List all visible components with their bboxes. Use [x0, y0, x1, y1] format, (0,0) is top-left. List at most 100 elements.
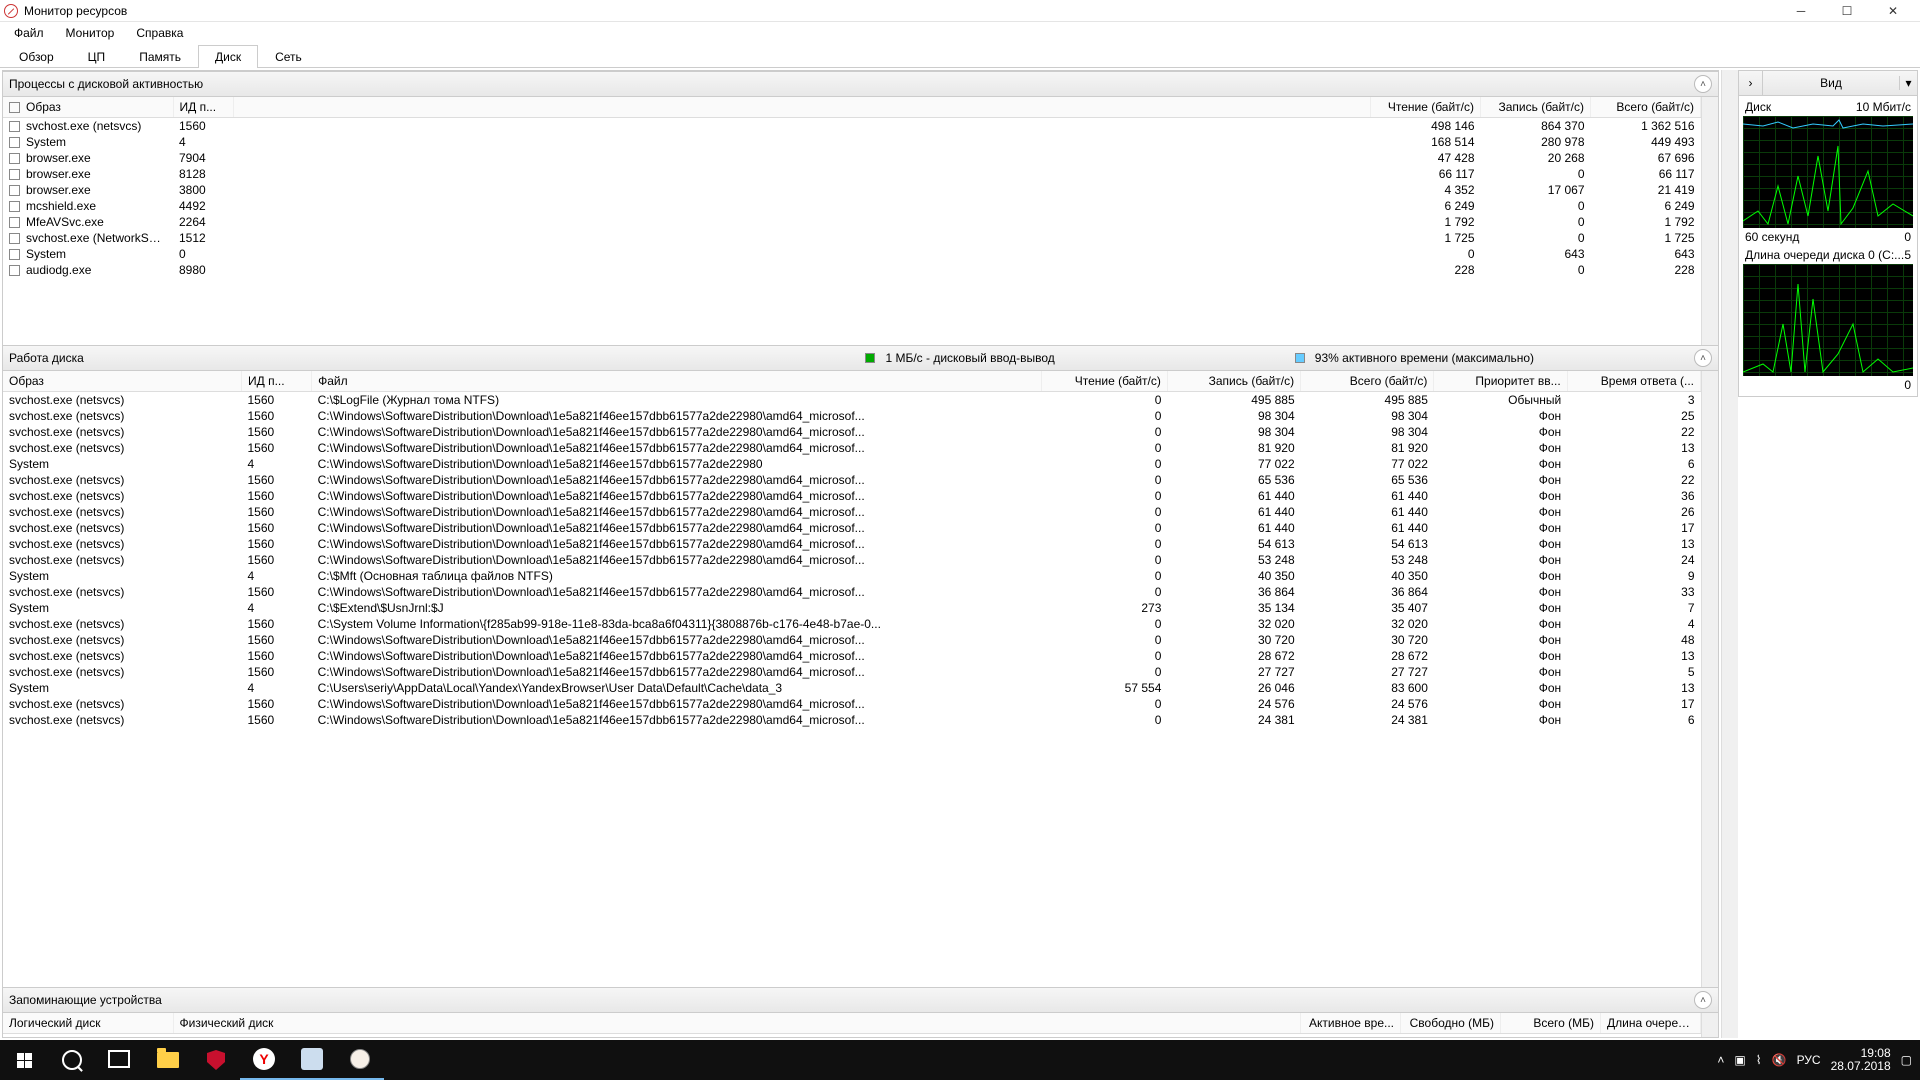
- row-checkbox[interactable]: [9, 201, 20, 212]
- section-activity-header[interactable]: Работа диска 1 МБ/с - дисковый ввод-выво…: [3, 345, 1718, 371]
- tab-cpu[interactable]: ЦП: [71, 45, 123, 68]
- minimize-button[interactable]: ─: [1778, 0, 1824, 22]
- menu-monitor[interactable]: Монитор: [56, 24, 125, 42]
- col-queue[interactable]: Длина очеред...: [1601, 1013, 1701, 1034]
- row-checkbox[interactable]: [9, 185, 20, 196]
- table-row[interactable]: browser.exe812866 117066 117: [3, 166, 1701, 182]
- table-row[interactable]: svchost.exe (netsvcs)1560C:\Windows\Soft…: [3, 504, 1701, 520]
- table-row[interactable]: mcshield.exe44926 24906 249: [3, 198, 1701, 214]
- collapse-processes-button[interactable]: ˄: [1694, 75, 1712, 93]
- table-row[interactable]: svchost.exe (netsvcs)1560C:\Windows\Soft…: [3, 552, 1701, 568]
- table-header-row[interactable]: Логический диск Физический диск Активное…: [3, 1013, 1701, 1034]
- table-row[interactable]: svchost.exe (netsvcs)1560498 146864 3701…: [3, 118, 1701, 135]
- volume-icon[interactable]: 🔇: [1772, 1053, 1787, 1067]
- row-checkbox[interactable]: [9, 169, 20, 180]
- col-image[interactable]: Образ: [3, 371, 241, 392]
- language-indicator[interactable]: РУС: [1797, 1053, 1821, 1067]
- activity-table[interactable]: Образ ИД п... Файл Чтение (байт/с) Запис…: [3, 371, 1701, 987]
- view-label[interactable]: Вид: [1763, 76, 1899, 90]
- row-checkbox[interactable]: [9, 121, 20, 132]
- tray-chevron-icon[interactable]: ˄: [1717, 1053, 1724, 1067]
- taskbar-yandex[interactable]: Y: [240, 1040, 288, 1080]
- wifi-icon[interactable]: ⌇: [1756, 1053, 1762, 1067]
- table-row[interactable]: svchost.exe (netsvcs)1560C:\Windows\Soft…: [3, 488, 1701, 504]
- tab-disk[interactable]: Диск: [198, 45, 258, 68]
- taskbar-resmon[interactable]: [336, 1040, 384, 1080]
- processes-scrollbar[interactable]: [1701, 97, 1718, 345]
- col-pid[interactable]: ИД п...: [241, 371, 311, 392]
- row-checkbox[interactable]: [9, 153, 20, 164]
- clock[interactable]: 19:08 28.07.2018: [1831, 1047, 1891, 1073]
- table-row[interactable]: svchost.exe (netsvcs)1560C:\Windows\Soft…: [3, 664, 1701, 680]
- battery-icon[interactable]: ▣: [1734, 1053, 1745, 1067]
- col-read[interactable]: Чтение (байт/с): [1371, 97, 1481, 118]
- table-row[interactable]: svchost.exe (netsvcs)1560C:\Windows\Soft…: [3, 648, 1701, 664]
- storage-table[interactable]: Логический диск Физический диск Активное…: [3, 1013, 1701, 1037]
- start-button[interactable]: [0, 1040, 48, 1080]
- table-row[interactable]: System4C:\Users\seriy\AppData\Local\Yand…: [3, 680, 1701, 696]
- main-scrollbar[interactable]: [1721, 70, 1738, 1038]
- view-dropdown-button[interactable]: ▾: [1899, 76, 1917, 90]
- taskbar-app[interactable]: [288, 1040, 336, 1080]
- col-response[interactable]: Время ответа (...: [1567, 371, 1700, 392]
- menu-file[interactable]: Файл: [4, 24, 54, 42]
- col-free[interactable]: Свободно (МБ): [1401, 1013, 1501, 1034]
- table-row[interactable]: System4168 514280 978449 493: [3, 134, 1701, 150]
- table-row[interactable]: System4C:\$Mft (Основная таблица файлов …: [3, 568, 1701, 584]
- col-read[interactable]: Чтение (байт/с): [1041, 371, 1167, 392]
- col-priority[interactable]: Приоритет вв...: [1434, 371, 1567, 392]
- table-row[interactable]: svchost.exe (netsvcs)1560C:\System Volum…: [3, 616, 1701, 632]
- col-image[interactable]: Образ: [3, 97, 173, 118]
- taskbar-mcafee[interactable]: [192, 1040, 240, 1080]
- row-checkbox[interactable]: [9, 137, 20, 148]
- table-row[interactable]: svchost.exe (netsvcs)1560C:\Windows\Soft…: [3, 520, 1701, 536]
- table-row[interactable]: svchost.exe (netsvcs)1560C:\Windows\Soft…: [3, 440, 1701, 456]
- processes-table[interactable]: Образ ИД п... Чтение (байт/с) Запись (ба…: [3, 97, 1701, 345]
- table-row[interactable]: browser.exe38004 35217 06721 419: [3, 182, 1701, 198]
- collapse-activity-button[interactable]: ˄: [1694, 349, 1712, 367]
- table-row[interactable]: MfeAVSvc.exe22641 79201 792: [3, 214, 1701, 230]
- section-storage-header[interactable]: Запоминающие устройства ˄: [3, 987, 1718, 1013]
- notifications-button[interactable]: ▢: [1901, 1053, 1912, 1067]
- table-row[interactable]: svchost.exe (netsvcs)1560C:\Windows\Soft…: [3, 408, 1701, 424]
- row-checkbox[interactable]: [9, 217, 20, 228]
- search-button[interactable]: [48, 1040, 96, 1080]
- table-row[interactable]: svchost.exe (netsvcs)1560C:\$LogFile (Жу…: [3, 392, 1701, 409]
- table-row[interactable]: svchost.exe (netsvcs)1560C:\Windows\Soft…: [3, 424, 1701, 440]
- table-row[interactable]: System4C:\Windows\SoftwareDistribution\D…: [3, 456, 1701, 472]
- col-file[interactable]: Файл: [312, 371, 1042, 392]
- menu-help[interactable]: Справка: [126, 24, 193, 42]
- table-row[interactable]: browser.exe790447 42820 26867 696: [3, 150, 1701, 166]
- select-all-checkbox[interactable]: [9, 102, 20, 113]
- col-total[interactable]: Всего (байт/с): [1301, 371, 1434, 392]
- col-total[interactable]: Всего (МБ): [1501, 1013, 1601, 1034]
- taskbar-explorer[interactable]: [144, 1040, 192, 1080]
- tab-overview[interactable]: Обзор: [2, 45, 71, 68]
- collapse-storage-button[interactable]: ˄: [1694, 991, 1712, 1009]
- activity-scrollbar[interactable]: [1701, 371, 1718, 987]
- task-view-button[interactable]: [96, 1040, 144, 1080]
- section-processes-header[interactable]: Процессы с дисковой активностью ˄: [3, 71, 1718, 97]
- col-logical[interactable]: Логический диск: [3, 1013, 173, 1034]
- table-row[interactable]: System00643643: [3, 246, 1701, 262]
- table-row[interactable]: System4C:\$Extend\$UsnJrnl:$J27335 13435…: [3, 600, 1701, 616]
- table-row[interactable]: svchost.exe (netsvcs)1560C:\Windows\Soft…: [3, 632, 1701, 648]
- table-row[interactable]: svchost.exe (netsvcs)1560C:\Windows\Soft…: [3, 536, 1701, 552]
- table-row[interactable]: audiodg.exe89802280228: [3, 262, 1701, 278]
- col-write[interactable]: Запись (байт/с): [1167, 371, 1300, 392]
- table-row[interactable]: svchost.exe (NetworkService)15121 72501 …: [3, 230, 1701, 246]
- row-checkbox[interactable]: [9, 249, 20, 260]
- col-pid[interactable]: ИД п...: [173, 97, 233, 118]
- row-checkbox[interactable]: [9, 265, 20, 276]
- col-write[interactable]: Запись (байт/с): [1481, 97, 1591, 118]
- tab-memory[interactable]: Память: [122, 45, 198, 68]
- col-total[interactable]: Всего (байт/с): [1591, 97, 1701, 118]
- table-header-row[interactable]: Образ ИД п... Чтение (байт/с) Запись (ба…: [3, 97, 1701, 118]
- storage-scrollbar[interactable]: [1701, 1013, 1718, 1037]
- maximize-button[interactable]: ☐: [1824, 0, 1870, 22]
- table-row[interactable]: svchost.exe (netsvcs)1560C:\Windows\Soft…: [3, 712, 1701, 728]
- row-checkbox[interactable]: [9, 233, 20, 244]
- tab-network[interactable]: Сеть: [258, 45, 319, 68]
- close-button[interactable]: ✕: [1870, 0, 1916, 22]
- col-physical[interactable]: Физический диск: [173, 1013, 1301, 1034]
